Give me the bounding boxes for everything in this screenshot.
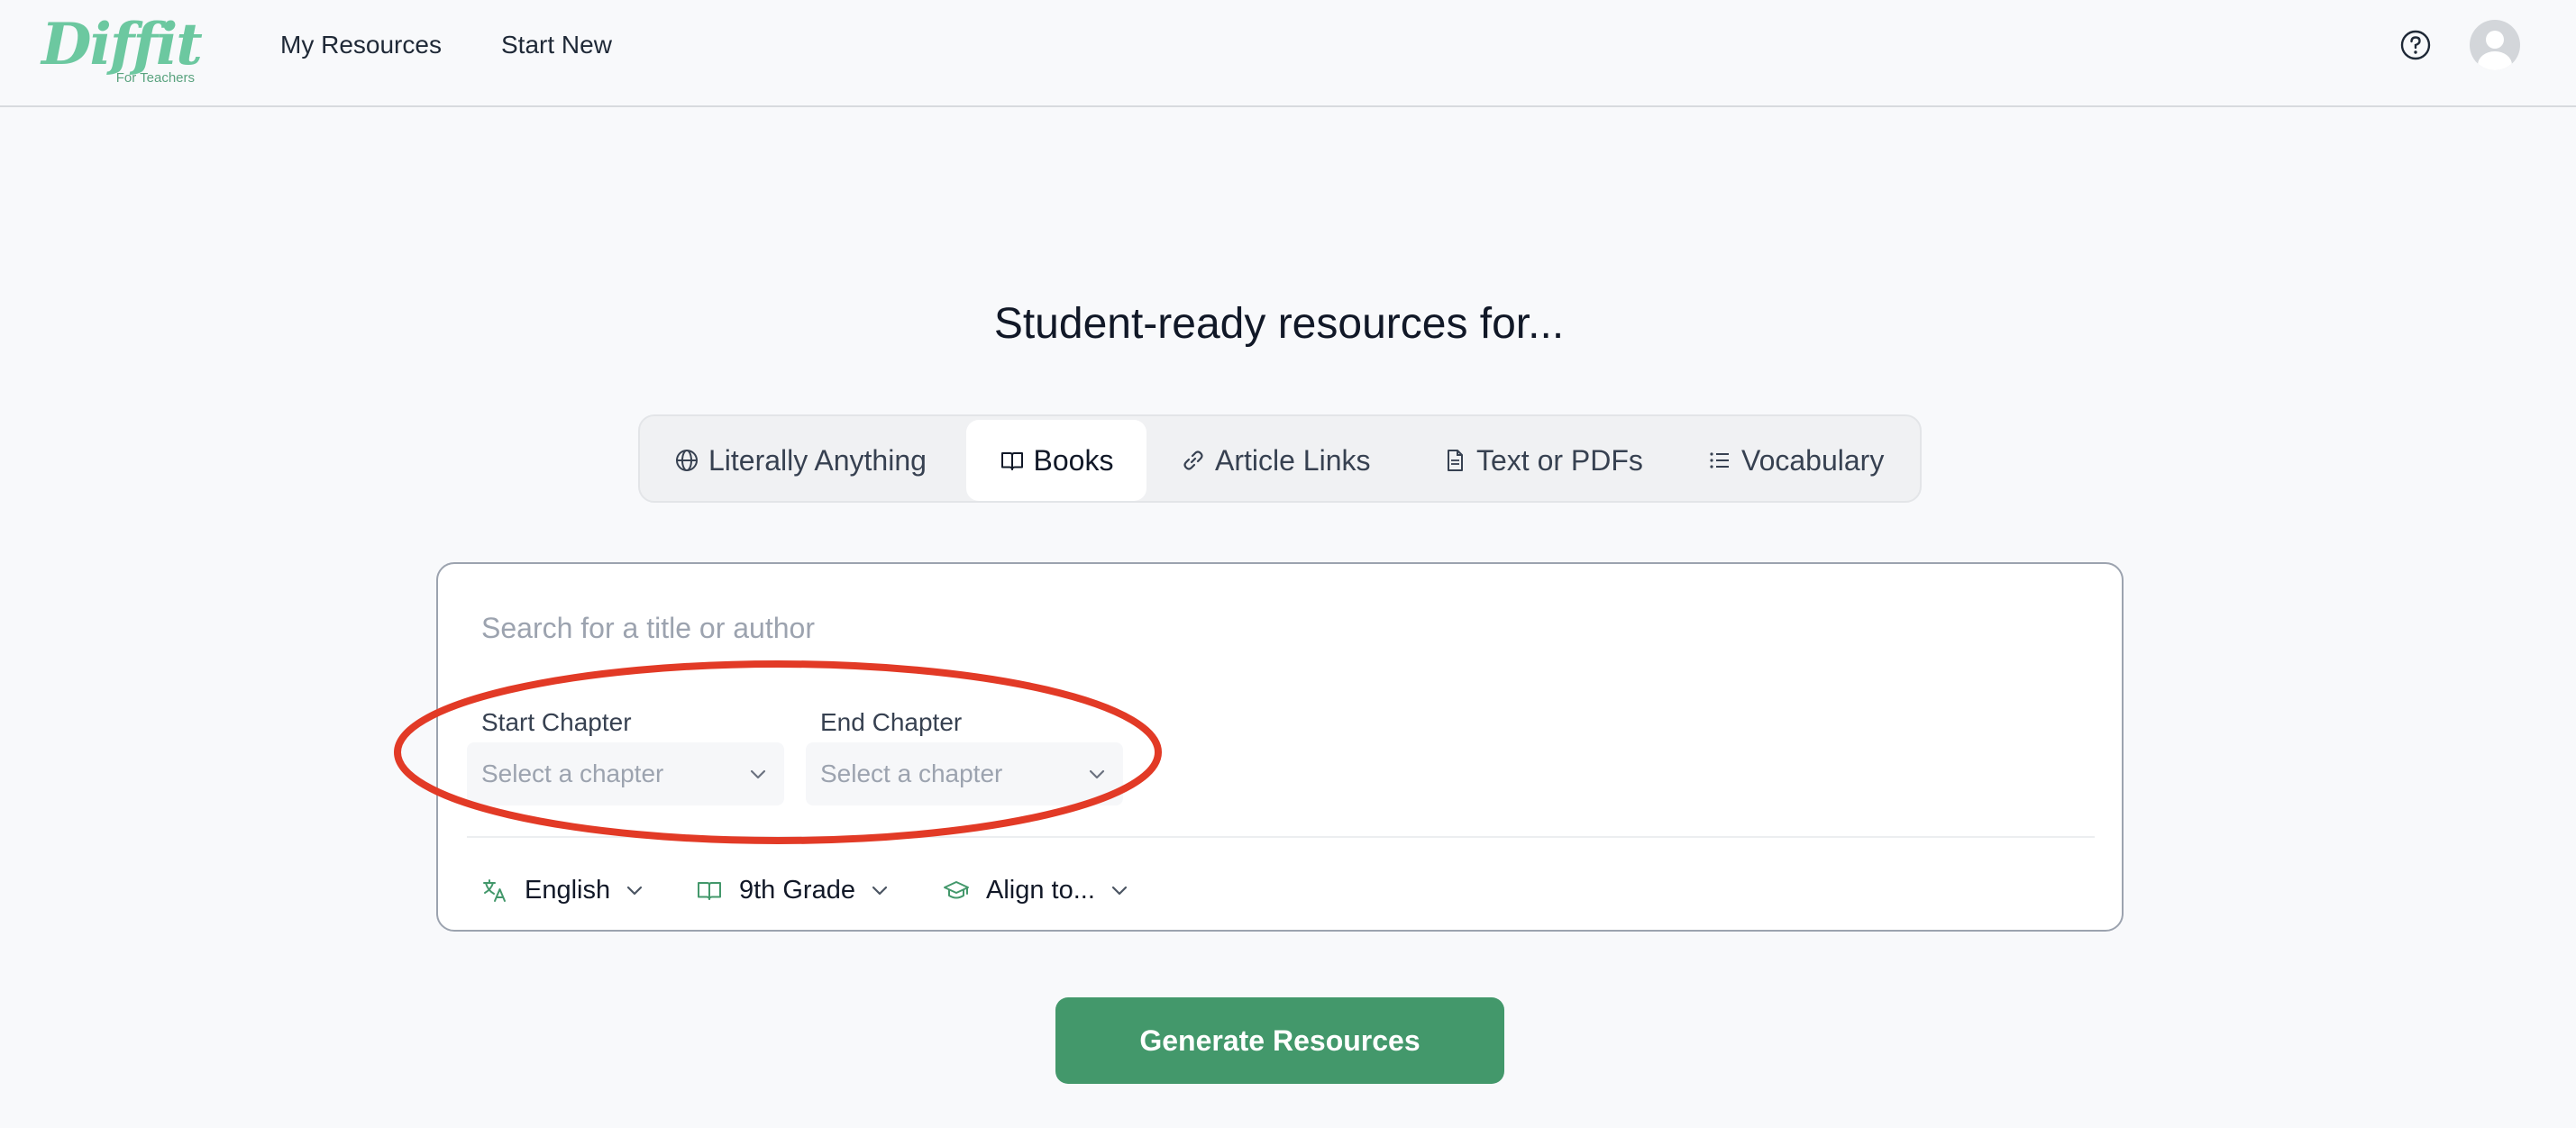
chevron-down-icon — [1111, 886, 1128, 896]
language-select[interactable]: English — [481, 870, 644, 910]
logo-wordmark: Diffit — [41, 11, 203, 78]
align-value: Align to... — [986, 875, 1095, 905]
generate-resources-button[interactable]: Generate Resources — [1055, 997, 1504, 1084]
page-headline: Student-ready resources for... — [993, 300, 1565, 348]
end-chapter-placeholder: Select a chapter — [820, 760, 1003, 787]
grade-select[interactable]: 9th Grade — [696, 870, 890, 910]
chevron-down-icon — [627, 886, 643, 896]
file-text-icon — [1448, 450, 1463, 471]
diffit-logo[interactable]: Diffit For Teachers — [41, 16, 203, 88]
card-divider — [467, 836, 2095, 838]
help-circle-icon[interactable] — [2399, 29, 2432, 61]
list-icon — [1710, 452, 1729, 468]
tab-literally-anything[interactable]: Literally Anything — [674, 420, 927, 501]
globe-icon — [676, 450, 698, 471]
chevron-down-icon — [872, 886, 888, 896]
book-icon — [698, 882, 721, 900]
top-bar: Diffit For Teachers My Resources Start N… — [0, 0, 2576, 107]
tab-books[interactable]: Books — [966, 420, 1146, 501]
tab-label: Books — [1033, 443, 1114, 477]
grade-value: 9th Grade — [739, 875, 855, 905]
chevron-down-icon — [1089, 769, 1105, 779]
tab-text-or-pdfs[interactable]: Text or PDFs — [1442, 420, 1643, 501]
tab-vocabulary[interactable]: Vocabulary — [1707, 420, 1884, 501]
end-chapter-select[interactable]: Select a chapter — [806, 742, 1123, 805]
language-value: English — [525, 875, 611, 905]
user-avatar[interactable] — [2470, 20, 2520, 70]
chevron-down-icon — [750, 769, 766, 779]
user-avatar-icon — [2478, 31, 2512, 70]
translate-icon — [483, 879, 506, 902]
nav-start-new[interactable]: Start New — [501, 31, 612, 59]
source-type-tabs: Literally Anything Books Article Links T… — [638, 414, 1922, 503]
graduation-cap-icon — [944, 881, 969, 899]
link-icon — [1183, 450, 1203, 470]
start-chapter-select[interactable]: Select a chapter — [467, 742, 784, 805]
start-chapter-label: Start Chapter — [481, 708, 632, 736]
start-chapter-placeholder: Select a chapter — [481, 760, 664, 787]
tab-label: Text or PDFs — [1476, 443, 1643, 477]
book-open-icon — [1000, 452, 1023, 470]
tab-label: Vocabulary — [1741, 443, 1885, 477]
book-search-input[interactable] — [481, 605, 2068, 650]
logo-subtitle: For Teachers — [115, 70, 195, 86]
book-input-card: Start Chapter Select a chapter End Chapt… — [436, 562, 2124, 932]
standards-align-select[interactable]: Align to... — [943, 870, 1129, 910]
tab-article-links[interactable]: Article Links — [1181, 420, 1371, 501]
nav-my-resources[interactable]: My Resources — [280, 31, 442, 59]
end-chapter-label: End Chapter — [820, 708, 963, 736]
tab-label: Article Links — [1215, 443, 1371, 477]
tab-label: Literally Anything — [708, 443, 927, 477]
